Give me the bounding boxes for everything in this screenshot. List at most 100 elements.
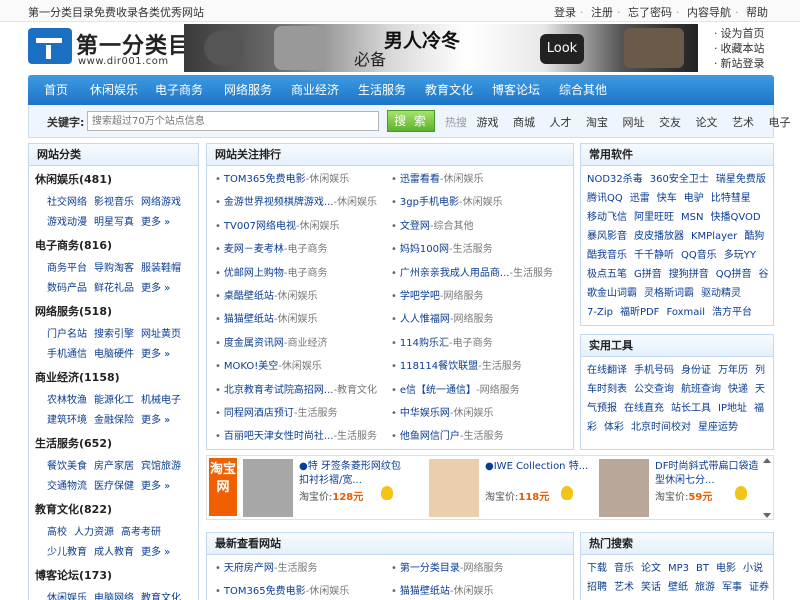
subcategory-link[interactable]: 影视音乐 bbox=[94, 197, 134, 208]
hot-tag[interactable]: 交友 bbox=[659, 116, 681, 129]
search-input[interactable] bbox=[87, 111, 379, 131]
software-link[interactable]: 灵格斯词霸 bbox=[644, 288, 694, 299]
quick-link-item[interactable]: · 收藏本站 bbox=[714, 41, 794, 56]
software-link[interactable]: 快播QVOD bbox=[710, 212, 760, 223]
software-link[interactable]: MSN bbox=[681, 212, 703, 223]
ranking-site-link[interactable]: 118114餐饮联盟 bbox=[400, 361, 478, 372]
subcategory-link[interactable]: 商务平台 bbox=[47, 263, 87, 274]
ranking-site-link[interactable]: TV007网络电视 bbox=[224, 221, 296, 232]
subcategory-link[interactable]: 手机通信 bbox=[47, 349, 87, 360]
ad-product-image[interactable] bbox=[599, 459, 649, 517]
subcategory-link[interactable]: 导购淘客 bbox=[94, 263, 134, 274]
software-link[interactable]: 360安全卫士 bbox=[650, 174, 709, 185]
subcategory-link[interactable]: 数码产品 bbox=[47, 283, 87, 294]
ranking-site-link[interactable]: 广州亲亲我成人用品商... bbox=[400, 268, 510, 279]
nav-item-home[interactable]: 首页 bbox=[44, 75, 68, 105]
hot-search-link[interactable]: BT bbox=[696, 563, 709, 574]
hot-tag[interactable]: 论文 bbox=[696, 116, 718, 129]
header-banner-ad[interactable]: 男人冷冬 必备 Look bbox=[184, 24, 698, 72]
subcategory-link[interactable]: 餐饮美食 bbox=[47, 461, 87, 472]
hot-search-link[interactable]: 论文 bbox=[641, 563, 661, 574]
ad-title[interactable]: ●特 牙签条菱形网纹包扣衬衫褶/宽... bbox=[299, 460, 409, 488]
tool-link[interactable]: 快递 bbox=[728, 384, 748, 395]
subcategory-link[interactable]: 房产家居 bbox=[94, 461, 134, 472]
tool-link[interactable]: 万年历 bbox=[718, 365, 748, 376]
ranking-site-link[interactable]: TOM365免费电影 bbox=[224, 174, 306, 185]
latest-site-link[interactable]: 猫猫壁纸站 bbox=[400, 586, 450, 597]
ad-scroll-control[interactable] bbox=[763, 458, 771, 518]
hot-search-link[interactable]: 艺术 bbox=[614, 582, 634, 593]
hot-search-link[interactable]: 笑话 bbox=[641, 582, 661, 593]
software-link[interactable]: 驱动精灵 bbox=[701, 288, 741, 299]
subcategory-link[interactable]: 交通物流 bbox=[47, 481, 87, 492]
software-link[interactable]: 皮皮播放器 bbox=[634, 231, 684, 242]
subcategory-link[interactable]: 能源化工 bbox=[94, 395, 134, 406]
subcategory-link[interactable]: 鲜花礼品 bbox=[94, 283, 134, 294]
category-title[interactable]: 电子商务(816) bbox=[35, 237, 188, 253]
category-title[interactable]: 生活服务(652) bbox=[35, 435, 188, 451]
nav-item-entertainment[interactable]: 休闲娱乐 bbox=[90, 75, 138, 105]
tool-link[interactable]: 福 bbox=[754, 403, 764, 414]
ranking-site-link[interactable]: 妈妈100网 bbox=[400, 244, 449, 255]
software-link[interactable]: NOD32杀毒 bbox=[587, 174, 643, 185]
subcategory-link[interactable]: 少儿教育 bbox=[47, 547, 87, 558]
tool-link[interactable]: 星座运势 bbox=[698, 422, 738, 433]
more-link[interactable]: 更多 » bbox=[141, 415, 170, 426]
subcategory-link[interactable]: 社交网络 bbox=[47, 197, 87, 208]
latest-site-link[interactable]: TOM365免费电影 bbox=[224, 586, 306, 597]
subcategory-link[interactable]: 服装鞋帽 bbox=[141, 263, 181, 274]
category-title[interactable]: 网络服务(518) bbox=[35, 303, 188, 319]
ad-title[interactable]: DF时尚斜式带扁口袋造型休闲七分... bbox=[655, 460, 765, 488]
ranking-site-link[interactable]: e信【统一通信】 bbox=[400, 385, 476, 396]
quick-link-item[interactable]: · 设为首页 bbox=[714, 26, 794, 41]
tool-link[interactable]: 手机号码 bbox=[634, 365, 674, 376]
ranking-site-link[interactable]: 麦网－麦考林 bbox=[224, 244, 284, 255]
subcategory-link[interactable]: 高考考研 bbox=[121, 527, 161, 538]
software-link[interactable]: 浩方平台 bbox=[712, 307, 752, 318]
software-link[interactable]: 阿里旺旺 bbox=[634, 212, 674, 223]
subcategory-link[interactable]: 休闲娱乐 bbox=[47, 593, 87, 600]
category-title[interactable]: 商业经济(1158) bbox=[35, 369, 188, 385]
hot-tag[interactable]: 淘宝 bbox=[586, 116, 608, 129]
software-link[interactable]: 7-Zip bbox=[587, 307, 613, 318]
category-title[interactable]: 休闲娱乐(481) bbox=[35, 171, 188, 187]
tool-link[interactable]: 身份证 bbox=[681, 365, 711, 376]
subcategory-link[interactable]: 教育文化 bbox=[141, 593, 181, 600]
tool-link[interactable]: 车时刻表 bbox=[587, 384, 627, 395]
arrow-up-icon[interactable] bbox=[763, 458, 771, 463]
ranking-site-link[interactable]: 金游世界视频棋牌游戏... bbox=[224, 197, 334, 208]
nav-item-network[interactable]: 网络服务 bbox=[224, 75, 272, 105]
tool-link[interactable]: 在线翻译 bbox=[587, 365, 627, 376]
hot-tag[interactable]: 商城 bbox=[513, 116, 535, 129]
hot-tag[interactable]: 电子 bbox=[769, 116, 791, 129]
subcategory-link[interactable]: 金融保险 bbox=[94, 415, 134, 426]
ranking-site-link[interactable]: 猫猫壁纸站 bbox=[224, 314, 274, 325]
tool-link[interactable]: 公交查询 bbox=[634, 384, 674, 395]
hot-tag[interactable]: 人才 bbox=[550, 116, 572, 129]
ranking-site-link[interactable]: 114购乐汇 bbox=[400, 338, 449, 349]
hot-search-link[interactable]: MP3 bbox=[668, 563, 689, 574]
software-link[interactable]: 搜狗拼音 bbox=[669, 269, 709, 280]
quick-link-item[interactable]: · 新站登录 bbox=[714, 56, 794, 71]
site-logo[interactable]: 第一分类目录 www.dir001.com bbox=[28, 26, 213, 70]
software-link[interactable]: 移动飞信 bbox=[587, 212, 627, 223]
software-link[interactable]: 电驴 bbox=[684, 193, 704, 204]
software-link[interactable]: G拼音 bbox=[634, 269, 662, 280]
ad-product-image[interactable] bbox=[429, 459, 479, 517]
login-link[interactable]: 登录 bbox=[554, 6, 576, 19]
hot-search-link[interactable]: 军事 bbox=[722, 582, 742, 593]
software-link[interactable]: 瑞星免费版 bbox=[716, 174, 766, 185]
category-title[interactable]: 教育文化(822) bbox=[35, 501, 177, 517]
hot-search-link[interactable]: 电影 bbox=[716, 563, 736, 574]
hot-tag[interactable]: 艺术 bbox=[732, 116, 754, 129]
software-link[interactable]: 暴风影音 bbox=[587, 231, 627, 242]
help-link[interactable]: 帮助 bbox=[746, 6, 768, 19]
subcategory-link[interactable]: 游戏动漫 bbox=[47, 217, 87, 228]
hot-search-link[interactable]: 下载 bbox=[587, 563, 607, 574]
hot-search-link[interactable]: 招聘 bbox=[587, 582, 607, 593]
hot-search-link[interactable]: 壁纸 bbox=[668, 582, 688, 593]
hot-tag[interactable]: 游戏 bbox=[477, 116, 499, 129]
software-link[interactable]: 酷我音乐 bbox=[587, 250, 627, 261]
register-link[interactable]: 注册 bbox=[591, 6, 613, 19]
nav-item-ecommerce[interactable]: 电子商务 bbox=[155, 75, 203, 105]
